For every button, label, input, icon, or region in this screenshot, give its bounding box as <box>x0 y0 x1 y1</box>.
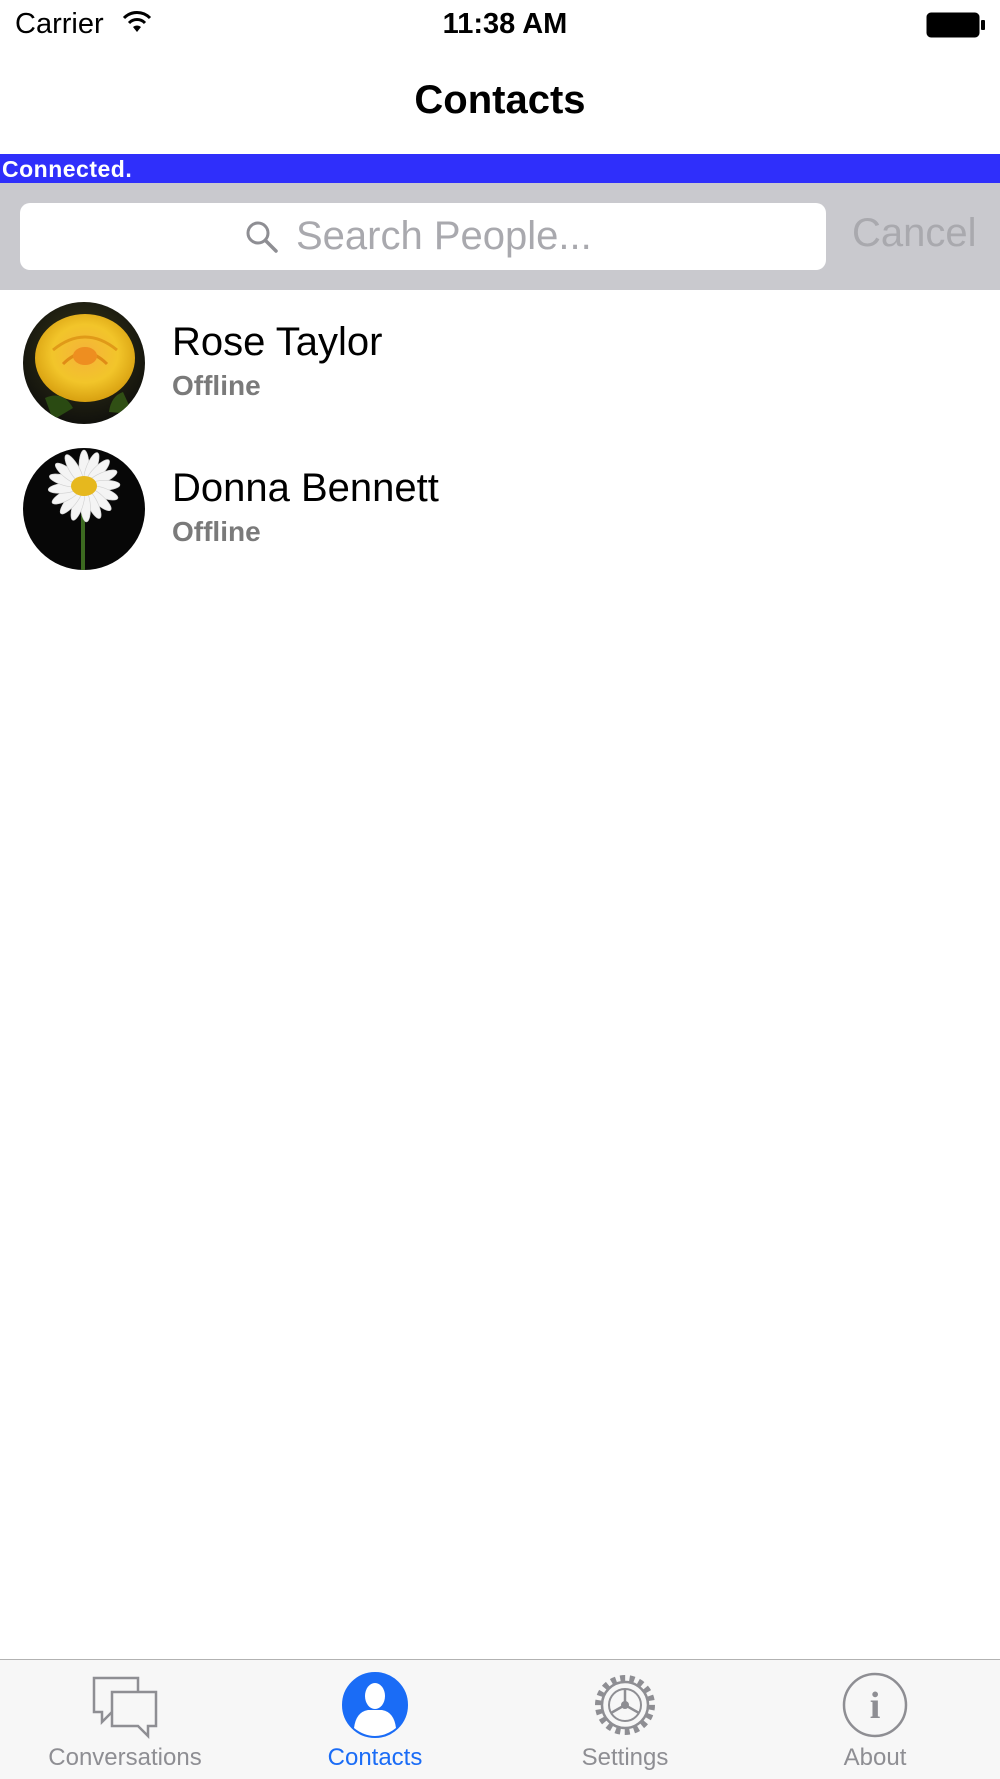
tab-bar: Conversations Contacts Settings i About <box>0 1659 1000 1779</box>
status-time: 11:38 AM <box>442 8 568 40</box>
connection-status-text: Connected. <box>2 156 133 182</box>
tab-conversations[interactable]: Conversations <box>0 1660 250 1779</box>
tab-label: About <box>843 1744 907 1771</box>
tab-contacts[interactable]: Contacts <box>250 1660 500 1779</box>
cancel-button[interactable]: Cancel <box>852 211 977 256</box>
contact-name: Donna Bennett <box>172 466 439 510</box>
tab-label: Settings <box>581 1744 669 1771</box>
list-item[interactable]: Rose Taylor Offline <box>0 290 1000 436</box>
white-daisy-photo <box>23 448 145 570</box>
connection-banner: Connected. <box>0 154 1000 183</box>
svg-text:i: i <box>870 1685 881 1727</box>
contact-status: Offline <box>172 516 261 547</box>
search-icon <box>246 221 278 253</box>
list-item[interactable]: Donna Bennett Offline <box>0 436 1000 582</box>
about-icon: i <box>842 1672 908 1738</box>
settings-icon <box>595 1675 655 1735</box>
avatar <box>23 448 145 570</box>
contact-name: Rose Taylor <box>172 320 383 364</box>
battery-icon <box>926 12 985 38</box>
tab-label: Contacts <box>327 1744 423 1771</box>
avatar <box>23 302 145 424</box>
search-input[interactable] <box>296 213 796 259</box>
search-field[interactable] <box>20 203 826 270</box>
status-bar: Carrier 11:38 AM <box>0 0 1000 50</box>
conversations-icon <box>92 1676 158 1740</box>
tab-about[interactable]: i About <box>750 1660 1000 1779</box>
contact-status: Offline <box>172 370 261 401</box>
page-title: Contacts <box>414 78 586 122</box>
yellow-rose-photo <box>23 302 145 424</box>
tab-settings[interactable]: Settings <box>500 1660 750 1779</box>
search-bar: Cancel <box>0 183 1000 290</box>
tab-label: Conversations <box>48 1744 202 1771</box>
contacts-icon <box>342 1672 408 1738</box>
